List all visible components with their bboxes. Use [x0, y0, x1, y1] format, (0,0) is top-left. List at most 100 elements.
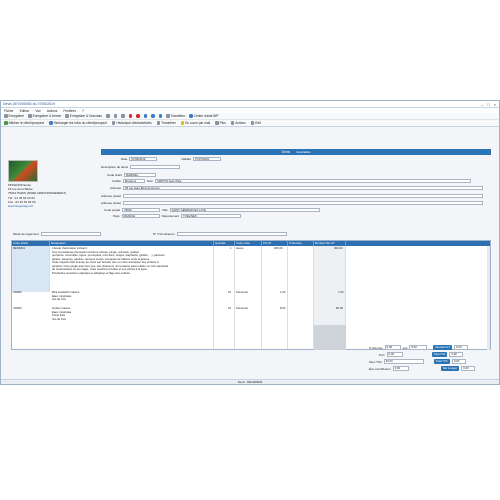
civility-select[interactable]: Monsieur — [122, 179, 145, 184]
net-total-button[interactable]: Montant HT — [433, 345, 452, 350]
eco-contribution-label: Éco-contribution — [369, 366, 391, 371]
country-field[interactable]: FRANCE — [121, 214, 160, 219]
vat-number-label: N° TVA intracom — [152, 232, 175, 237]
address2-row: Adresse (suite) — [101, 194, 484, 199]
designation-line: Jus de fruit — [52, 316, 66, 321]
row-code: ANIM2 — [13, 290, 22, 294]
history-button[interactable]: Historique clients/articles — [111, 121, 152, 125]
address2-field[interactable] — [123, 194, 484, 199]
department-field[interactable]: YVELINES — [181, 214, 242, 219]
cut-icon-button[interactable] — [106, 114, 110, 118]
plus-button[interactable]: Plus — [215, 121, 226, 125]
net-to-pay-button[interactable]: Net à payer — [440, 366, 460, 371]
window-title: Devis DEV000063 du 07/06/2019 — [3, 102, 55, 106]
mail-button[interactable]: En cours par mail — [180, 121, 210, 125]
row-code: DESSIN1 — [13, 246, 25, 250]
vat-total-field[interactable]: 0,00 — [449, 352, 464, 357]
row-net: 300,00 — [334, 246, 343, 250]
city-label: Ville — [162, 208, 168, 213]
date-label: Date — [121, 157, 128, 162]
company-panel: MISSIONS Ecole 18 rue de la Barbe 75012 … — [6, 154, 96, 214]
transfer-button[interactable]: Transférer — [166, 114, 185, 118]
table-scrollbar[interactable] — [487, 246, 490, 350]
save-button[interactable]: Enregistrer — [4, 114, 24, 118]
transfer2-button[interactable]: Transférer — [156, 121, 176, 125]
civility-row: Civilité Monsieur Nom MARTIN Jean-Paul — [112, 179, 472, 184]
city-field[interactable]: SAINT GERMAIN EN LAYE — [169, 208, 320, 213]
postal-code-field[interactable]: 78100 — [122, 208, 161, 213]
designation-line: Jus de fruit — [52, 297, 66, 301]
address-field[interactable]: 55 rue Jean-Bord de Dormé — [123, 186, 484, 191]
menu-edit[interactable]: Edition — [20, 109, 30, 113]
discount-suffix: soit — [402, 345, 408, 350]
row-unit-price: 8,00 — [280, 306, 286, 310]
delete-icon — [128, 114, 133, 118]
first-record-icon — [151, 114, 155, 118]
delete-icon-button[interactable] — [128, 114, 133, 118]
discount-field[interactable]: 0,00 — [384, 345, 401, 350]
copy-icon-button[interactable] — [113, 114, 118, 118]
actions-icon — [230, 121, 235, 125]
postal-row: Code postal 78100 Ville SAINT GERMAIN EN… — [104, 208, 320, 213]
net-to-pay-field[interactable]: 0,00 — [461, 366, 476, 371]
company-logo — [8, 160, 38, 182]
port-field[interactable]: 0,00 — [386, 352, 403, 357]
status-bar: Devis : DEV000063 — [1, 379, 499, 384]
transfer-icon — [166, 114, 170, 118]
first-icon-button[interactable] — [151, 114, 155, 118]
vat-total-button[interactable]: Total TVA — [431, 352, 448, 357]
row-net: 7,00 — [338, 290, 344, 294]
help-center-button[interactable]: Centre d'aide BIP — [189, 114, 219, 118]
discount-amount-field[interactable]: 0,00 — [409, 345, 428, 350]
menu-view[interactable]: Vue — [35, 109, 41, 113]
validity-field[interactable]: 07/07/2019 — [192, 157, 221, 162]
description-field[interactable] — [130, 165, 181, 170]
address3-field[interactable] — [123, 201, 484, 206]
save-new-icon — [65, 114, 69, 118]
validity-label: Validité — [181, 157, 191, 162]
menu-actions[interactable]: Actions — [47, 109, 57, 113]
port-label: Port — [379, 352, 385, 357]
minimize-icon[interactable]: – — [481, 102, 483, 107]
menu-file[interactable]: Fichier — [4, 109, 14, 113]
menu-help[interactable]: ? — [82, 109, 84, 113]
ttc-total-button[interactable]: Total TTC — [433, 359, 450, 364]
actions-button[interactable]: Actions — [230, 121, 246, 125]
department-label: Département — [161, 214, 180, 219]
cancel-icon-button[interactable] — [136, 114, 140, 118]
grid-shaded-cell — [314, 325, 346, 350]
tax-rate-select[interactable]: 20,00 — [383, 359, 424, 364]
print-icon — [215, 121, 219, 125]
search-icon-button[interactable] — [121, 114, 125, 118]
app-window: Devis DEV000063 du 07/06/2019 – □ × Fich… — [0, 100, 500, 385]
ttc-total-field[interactable]: 0,00 — [451, 359, 466, 364]
last-icon-button[interactable] — [158, 114, 163, 118]
history-icon — [111, 121, 116, 125]
payment-mode-label: Mode de règlement — [13, 232, 39, 237]
title-bar: Devis DEV000063 du 07/06/2019 – □ × — [1, 101, 499, 108]
eco-contribution-field[interactable]: 0,00 — [392, 366, 409, 371]
edit-icon — [250, 121, 255, 125]
row-designation: Mini sandwich maison Eaux minérales Jus … — [52, 290, 79, 302]
edit-button[interactable]: Edit — [250, 121, 261, 125]
row-designation: L'Ecole d'animation incluant : Une merve… — [52, 246, 168, 275]
client-code-field[interactable]: MARIDEL — [124, 173, 157, 178]
name-field[interactable]: MARTIN Jean-Paul — [155, 179, 472, 184]
save-new-button[interactable]: Enregistrer & Nouveau — [65, 114, 102, 118]
row-quantity: 10 — [228, 306, 232, 310]
payment-mode-select[interactable] — [40, 232, 101, 237]
refresh-icon-button[interactable] — [143, 114, 148, 118]
save-close-button[interactable]: Enregistrer & fermer — [28, 114, 61, 118]
close-icon[interactable]: × — [494, 102, 496, 107]
client-code-row: Code client MARIDEL — [107, 173, 157, 178]
maximize-icon[interactable]: □ — [487, 102, 489, 107]
document-tab-label[interactable]: Généralités — [296, 150, 310, 154]
net-total-field[interactable]: 0,00 — [453, 345, 468, 350]
date-field[interactable]: 07/06/2019 — [129, 157, 158, 162]
vat-number-field[interactable] — [176, 232, 287, 237]
company-website[interactable]: www.Superdepot.fr — [8, 204, 96, 208]
menu-windows[interactable]: Fenêtres — [63, 109, 76, 113]
show-prospect-button[interactable]: Afficher le client/prospect — [4, 121, 44, 125]
refresh-icon — [143, 114, 148, 118]
recharge-button[interactable]: Recharger les infos du client/prospect — [49, 121, 107, 125]
